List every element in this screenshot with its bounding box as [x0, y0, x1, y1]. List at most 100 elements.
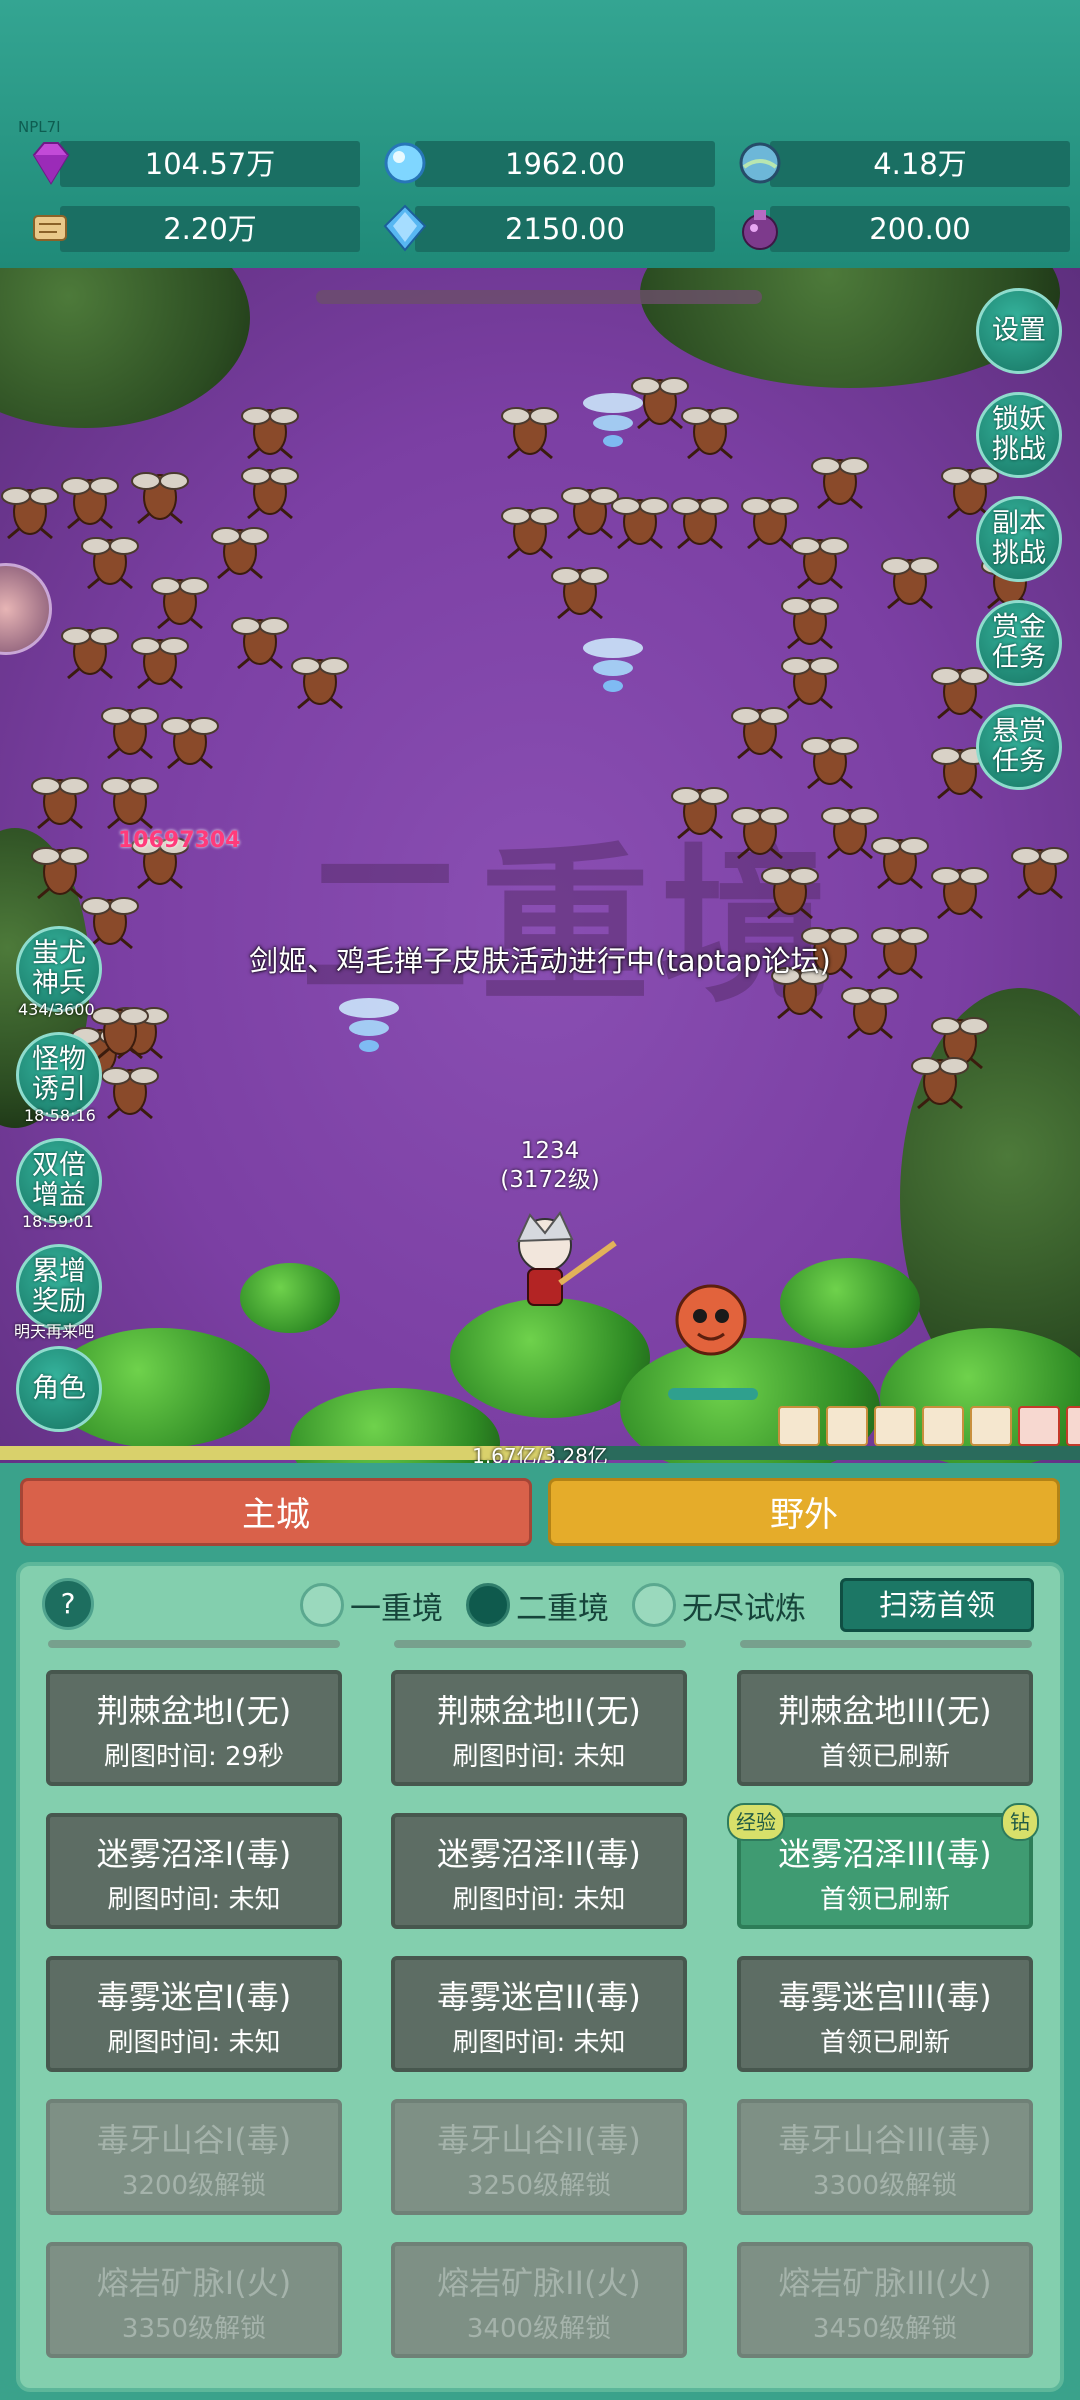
- resource-gem: 104.57万: [32, 141, 360, 187]
- resource-diamond: 2150.00: [383, 204, 715, 252]
- bounty-quest-button[interactable]: 赏金任务: [976, 600, 1062, 686]
- map-tile[interactable]: 毒牙山谷III(毒) 3300级解锁: [737, 2099, 1033, 2215]
- damage-number: 10697304: [118, 828, 241, 853]
- map-status: 3200级解锁: [121, 2171, 267, 2201]
- map-tile[interactable]: 迷雾沼泽III(毒) 首领已刷新 经验 钻: [727, 1803, 1039, 1929]
- settings-button[interactable]: 设置: [976, 288, 1062, 374]
- map-tile[interactable]: 毒雾迷宫II(毒) 刷图时间: 未知: [391, 1956, 687, 2072]
- pet-creature: [675, 1284, 747, 1356]
- sweep-boss-button[interactable]: 扫荡首领: [840, 1578, 1034, 1632]
- resource-scroll-value: 2.20万: [163, 212, 257, 246]
- radio-icon: [300, 1583, 344, 1627]
- realm-option-label: 一重境: [350, 1590, 443, 1627]
- map-tile[interactable]: 荆棘盆地III(无) 首领已刷新: [737, 1670, 1033, 1786]
- map-title: 荆棘盆地II(无): [437, 1692, 641, 1730]
- map-title: 毒牙山谷II(毒): [437, 2121, 641, 2159]
- map-title: 毒牙山谷I(毒): [96, 2121, 292, 2159]
- radio-icon: [632, 1583, 676, 1627]
- map-title: 毒雾迷宫II(毒): [437, 1978, 641, 2016]
- map-title: 荆棘盆地I(无): [96, 1692, 292, 1730]
- map-status: 首领已刷新: [819, 1742, 950, 1772]
- resource-potion-value: 200.00: [869, 212, 971, 246]
- resource-crystal: 1962.00: [384, 141, 715, 187]
- map-status: 刷图时间: 未知: [452, 2028, 626, 2058]
- player-label: 1234 (3172级): [490, 1137, 610, 1195]
- monster-lure-timer: 18:58:16: [24, 1106, 96, 1125]
- map-tile[interactable]: 毒牙山谷II(毒) 3250级解锁: [391, 2099, 687, 2215]
- announcement-text: 剑姬、鸡毛掸子皮肤活动进行中(taptap论坛): [249, 944, 831, 978]
- map-title: 毒雾迷宫III(毒): [778, 1978, 992, 2016]
- map-status: 刷图时间: 未知: [452, 1742, 626, 1772]
- map-title: 迷雾沼泽III(毒): [778, 1835, 992, 1873]
- map-tile[interactable]: 熔岩矿脉III(火) 3450级解锁: [737, 2242, 1033, 2358]
- wild-button[interactable]: 野外: [548, 1478, 1060, 1546]
- map-title: 荆棘盆地III(无): [778, 1692, 992, 1730]
- resource-gem-value: 104.57万: [144, 147, 276, 181]
- exp-badge: 经验: [727, 1803, 785, 1841]
- radio-selected-icon: [466, 1583, 510, 1627]
- whirlwind-effect: [339, 998, 399, 1052]
- chiyou-weapon-progress: 434/3600: [18, 1000, 95, 1019]
- map-status: 刷图时间: 未知: [107, 1885, 281, 1915]
- player-name: 1234: [520, 1138, 580, 1164]
- whirlwind-effect: [583, 638, 643, 692]
- map-status: 3450级解锁: [812, 2314, 958, 2344]
- double-gain-timer: 18:59:01: [22, 1212, 94, 1231]
- map-tile[interactable]: 荆棘盆地II(无) 刷图时间: 未知: [391, 1670, 687, 1786]
- pet-hp-bar: [668, 1388, 758, 1400]
- main-city-button[interactable]: 主城: [20, 1478, 532, 1546]
- map-title: 毒雾迷宫I(毒): [96, 1978, 292, 2016]
- map-tile[interactable]: 迷雾沼泽II(毒) 刷图时间: 未知: [391, 1813, 687, 1929]
- map-tile[interactable]: 毒牙山谷I(毒) 3200级解锁: [46, 2099, 342, 2215]
- resource-crystal-value: 1962.00: [505, 147, 625, 181]
- map-tile[interactable]: 荆棘盆地I(无) 刷图时间: 29秒: [46, 1670, 342, 1786]
- scroll-edge: [48, 1640, 340, 1648]
- whirlwind-effect: [583, 393, 643, 447]
- diamond-badge: 钻: [1001, 1803, 1039, 1841]
- map-tile[interactable]: 熔岩矿脉I(火) 3350级解锁: [46, 2242, 342, 2358]
- watermark-text: NPL7I: [18, 118, 61, 136]
- map-title: 熔岩矿脉II(火): [437, 2264, 641, 2302]
- reward-quest-button[interactable]: 悬赏任务: [976, 704, 1062, 790]
- map-status: 3400级解锁: [466, 2314, 612, 2344]
- realm-option-endless[interactable]: 无尽试炼: [632, 1582, 806, 1628]
- resource-orb: 4.18万: [739, 141, 1070, 187]
- map-title: 熔岩矿脉I(火): [96, 2264, 292, 2302]
- resource-scroll: 2.20万: [33, 206, 360, 252]
- resource-orb-value: 4.18万: [873, 147, 967, 181]
- dungeon-challenge-button[interactable]: 副本挑战: [976, 496, 1062, 582]
- map-title: 熔岩矿脉III(火): [778, 2264, 992, 2302]
- resource-potion: 200.00: [742, 206, 1070, 252]
- map-tile[interactable]: 毒雾迷宫III(毒) 首领已刷新: [737, 1956, 1033, 2072]
- map-title: 迷雾沼泽I(毒): [96, 1835, 292, 1873]
- player-level: (3172级): [500, 1167, 600, 1193]
- realm-option-2[interactable]: 二重境: [466, 1582, 609, 1628]
- map-status: 首领已刷新: [819, 1885, 950, 1915]
- resource-diamond-value: 2150.00: [505, 212, 625, 246]
- cumulative-reward-status: 明天再来吧: [14, 1322, 95, 1341]
- map-status: 3350级解锁: [121, 2314, 267, 2344]
- realm-option-1[interactable]: 一重境: [300, 1582, 443, 1628]
- realm-option-label: 二重境: [516, 1590, 609, 1627]
- bush: [240, 1263, 340, 1333]
- map-status: 刷图时间: 未知: [452, 1885, 626, 1915]
- bush: [780, 1258, 920, 1348]
- map-title: 迷雾沼泽II(毒): [437, 1835, 641, 1873]
- map-status: 刷图时间: 未知: [107, 2028, 281, 2058]
- lock-demon-challenge-button[interactable]: 锁妖挑战: [976, 392, 1062, 478]
- map-title: 毒牙山谷III(毒): [778, 2121, 992, 2159]
- map-status: 刷图时间: 29秒: [103, 1742, 285, 1772]
- scroll-edge: [740, 1640, 1032, 1648]
- scroll-edge: [394, 1640, 686, 1648]
- map-tile[interactable]: 迷雾沼泽I(毒) 刷图时间: 未知: [46, 1813, 342, 1929]
- map-status: 首领已刷新: [819, 2028, 950, 2058]
- player-character: [516, 1211, 617, 1306]
- map-status: 3300级解锁: [812, 2171, 958, 2201]
- realm-option-label: 无尽试炼: [682, 1590, 806, 1627]
- map-tile[interactable]: 熔岩矿脉II(火) 3400级解锁: [391, 2242, 687, 2358]
- map-tile[interactable]: 毒雾迷宫I(毒) 刷图时间: 未知: [46, 1956, 342, 2072]
- help-button[interactable]: ?: [42, 1578, 94, 1630]
- character-button[interactable]: 角色: [16, 1346, 102, 1432]
- map-status: 3250级解锁: [466, 2171, 612, 2201]
- battle-field[interactable]: 二重境: [0, 268, 1080, 1463]
